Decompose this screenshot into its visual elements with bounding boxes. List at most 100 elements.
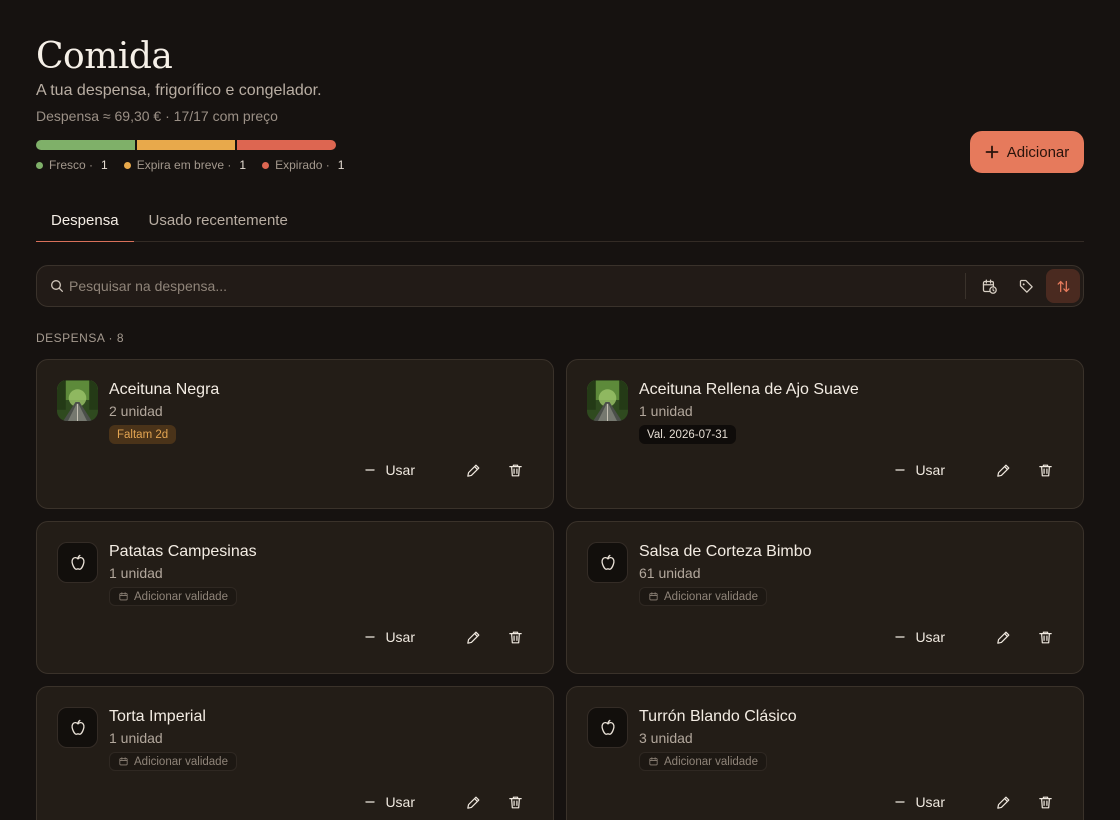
freshness-bar-fresh xyxy=(36,140,135,150)
freshness-bar xyxy=(36,140,337,150)
expiry-date-badge: Val. 2026-07-31 xyxy=(639,425,736,444)
add-expiry-button[interactable]: Adicionar validade xyxy=(109,587,237,606)
pantry-item-card[interactable]: Patatas Campesinas 1 unidad Adicionar va… xyxy=(36,521,554,674)
trash-icon xyxy=(507,462,524,479)
calendar-icon xyxy=(648,591,659,602)
use-button[interactable]: Usar xyxy=(893,629,945,645)
item-actions: Usar xyxy=(363,627,525,647)
trash-icon xyxy=(507,794,524,811)
item-name: Aceituna Negra xyxy=(109,381,220,398)
add-expiry-button[interactable]: Adicionar validade xyxy=(639,587,767,606)
freshness-bar-expired xyxy=(237,140,337,150)
sort-button[interactable] xyxy=(1046,269,1080,303)
edit-button[interactable] xyxy=(993,792,1013,812)
minus-icon xyxy=(363,463,377,477)
pencil-icon xyxy=(995,794,1012,811)
apple-icon xyxy=(57,542,98,583)
delete-button[interactable] xyxy=(505,627,525,647)
delete-button[interactable] xyxy=(505,792,525,812)
pencil-icon xyxy=(995,629,1012,646)
legend-expired: Expirado · 1 xyxy=(262,158,344,172)
apple-icon xyxy=(587,707,628,748)
add-item-button[interactable]: Adicionar xyxy=(970,131,1084,173)
use-button[interactable]: Usar xyxy=(363,629,415,645)
item-actions: Usar xyxy=(893,627,1055,647)
freshness-legend: Fresco · 1 Expira em breve · 1 Expirado … xyxy=(36,158,344,172)
search-divider xyxy=(965,273,966,299)
tab-recently-used[interactable]: Usado recentemente xyxy=(134,200,303,242)
tab-pantry[interactable]: Despensa xyxy=(36,200,134,242)
pantry-page: Comida A tua despensa, frigorífico e con… xyxy=(0,0,1120,820)
pantry-item-card[interactable]: Aceituna Negra 2 unidad Faltam 2d Usar xyxy=(36,359,554,509)
item-quantity: 61 unidad xyxy=(639,565,701,581)
calendar-icon xyxy=(118,756,129,767)
item-actions: Usar xyxy=(363,460,525,480)
expiry-badge: Faltam 2d xyxy=(109,425,177,444)
minus-icon xyxy=(893,463,907,477)
edit-button[interactable] xyxy=(993,460,1013,480)
delete-button[interactable] xyxy=(1035,460,1055,480)
search-icon xyxy=(51,280,63,292)
item-actions: Usar xyxy=(893,460,1055,480)
item-name: Salsa de Corteza Bimbo xyxy=(639,543,812,560)
pantry-item-card[interactable]: Aceituna Rellena de Ajo Suave 1 unidad V… xyxy=(566,359,1084,509)
item-name: Torta Imperial xyxy=(109,708,206,725)
minus-icon xyxy=(363,795,377,809)
section-label: DESPENSA · 8 xyxy=(36,331,125,345)
use-button[interactable]: Usar xyxy=(893,462,945,478)
calendar-icon xyxy=(118,591,129,602)
edit-button[interactable] xyxy=(463,460,483,480)
item-actions: Usar xyxy=(893,792,1055,812)
expired-dot-icon xyxy=(262,161,270,169)
pencil-icon xyxy=(995,462,1012,479)
page-title: Comida xyxy=(36,36,173,77)
edit-button[interactable] xyxy=(463,792,483,812)
filter-by-date-button[interactable] xyxy=(972,269,1006,303)
trash-icon xyxy=(1037,794,1054,811)
apple-icon xyxy=(587,542,628,583)
item-quantity: 1 unidad xyxy=(639,403,693,419)
add-expiry-button[interactable]: Adicionar validade xyxy=(639,752,767,771)
pantry-item-card[interactable]: Torta Imperial 1 unidad Adicionar valida… xyxy=(36,686,554,820)
delete-button[interactable] xyxy=(1035,627,1055,647)
fresh-dot-icon xyxy=(36,161,43,169)
search-input[interactable] xyxy=(69,278,965,294)
minus-icon xyxy=(893,630,907,644)
use-button[interactable]: Usar xyxy=(893,794,945,810)
tab-bar: Despensa Usado recentemente xyxy=(36,200,1084,242)
item-name: Turrón Blando Clásico xyxy=(639,708,797,725)
item-name: Patatas Campesinas xyxy=(109,543,257,560)
trash-icon xyxy=(1037,462,1054,479)
edit-button[interactable] xyxy=(463,627,483,647)
delete-button[interactable] xyxy=(505,460,525,480)
tag-icon xyxy=(1019,279,1033,293)
product-photo xyxy=(587,380,628,421)
filter-by-tag-button[interactable] xyxy=(1009,269,1043,303)
add-expiry-button[interactable]: Adicionar validade xyxy=(109,752,237,771)
pantry-value-summary: Despensa ≈ 69,30 € · 17/17 com preço xyxy=(36,108,278,124)
delete-button[interactable] xyxy=(1035,792,1055,812)
item-quantity: 1 unidad xyxy=(109,730,163,746)
trash-icon xyxy=(1037,629,1054,646)
use-button[interactable]: Usar xyxy=(363,462,415,478)
search-bar xyxy=(36,265,1084,307)
pantry-grid: Aceituna Negra 2 unidad Faltam 2d Usar A… xyxy=(36,359,1084,820)
edit-button[interactable] xyxy=(993,627,1013,647)
pencil-icon xyxy=(465,462,482,479)
product-photo xyxy=(57,380,98,421)
sort-arrows-icon xyxy=(1057,280,1069,292)
pencil-icon xyxy=(465,794,482,811)
apple-icon xyxy=(57,707,98,748)
legend-fresh: Fresco · 1 xyxy=(36,158,108,172)
use-button[interactable]: Usar xyxy=(363,794,415,810)
trash-icon xyxy=(507,629,524,646)
item-name: Aceituna Rellena de Ajo Suave xyxy=(639,381,859,398)
pencil-icon xyxy=(465,629,482,646)
pantry-item-card[interactable]: Salsa de Corteza Bimbo 61 unidad Adicion… xyxy=(566,521,1084,674)
page-subtitle: A tua despensa, frigorífico e congelador… xyxy=(36,82,322,99)
minus-icon xyxy=(893,795,907,809)
plus-icon xyxy=(985,145,999,159)
legend-expiring-soon: Expira em breve · 1 xyxy=(123,158,246,172)
pantry-item-card[interactable]: Turrón Blando Clásico 3 unidad Adicionar… xyxy=(566,686,1084,820)
freshness-bar-soon xyxy=(136,140,236,150)
